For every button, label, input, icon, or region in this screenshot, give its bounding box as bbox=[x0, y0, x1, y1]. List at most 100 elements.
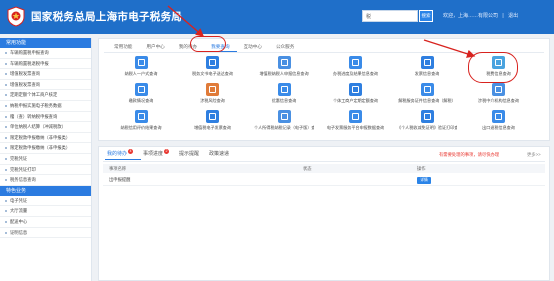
query-item-icon bbox=[134, 56, 148, 69]
query-item[interactable]: 税务文书电子送达查询 bbox=[183, 56, 243, 77]
query-item-label: 涉税风险查询 bbox=[200, 98, 225, 103]
query-item-label: 办税进度及结果信息查询 bbox=[332, 71, 379, 76]
query-item-label: 个人所得税纳税记录（电子版）查询 bbox=[254, 125, 314, 130]
sidebar-other-item[interactable]: 证明信息 bbox=[0, 228, 91, 239]
sidebar-item[interactable]: 增值税发票查询 bbox=[0, 69, 91, 80]
query-item[interactable]: 出口退税信息查询 bbox=[469, 110, 529, 131]
sidebar-section-main[interactable]: 常用功能 bbox=[0, 38, 91, 48]
query-item[interactable]: 电子发票服务平台申报数据查询 bbox=[326, 110, 386, 131]
sidebar-other-item[interactable]: 大厅流量 bbox=[0, 206, 91, 217]
sidebar-item[interactable]: 车辆购置税退税申报 bbox=[0, 59, 91, 70]
sidebar-item[interactable]: 完税凭证 bbox=[0, 154, 91, 165]
search-input[interactable] bbox=[362, 10, 418, 22]
user-greeting: 欢迎， bbox=[443, 13, 459, 19]
tax-emblem-logo bbox=[7, 6, 25, 27]
sidebar-section-other[interactable]: 特色业务 bbox=[0, 185, 91, 196]
logout-link[interactable]: 退出 bbox=[508, 13, 518, 19]
query-item-icon bbox=[420, 110, 434, 123]
sidebar-item[interactable]: 单位纳税人结算（冲减税款） bbox=[0, 122, 91, 133]
sidebar-item-label: 配送中心 bbox=[10, 218, 28, 224]
query-item[interactable]: 涉税中介机构信息查询 bbox=[469, 83, 529, 104]
query-item-icon bbox=[420, 83, 434, 96]
todo-panel: 我的待办 4 事项进度 2 提示提醒 政策速递 有需要处理的事项，请尽快办理 更多>> 事… bbox=[98, 146, 550, 281]
sidebar-item[interactable]: 车辆购置税申报查询 bbox=[0, 48, 91, 59]
top-tab[interactable]: 互动中心 bbox=[237, 42, 269, 52]
bullet-icon bbox=[5, 104, 7, 107]
sidebar-item[interactable]: 限定税款申报缴纳（非申报类） bbox=[0, 133, 91, 144]
todo-divider bbox=[103, 161, 545, 162]
query-item-label: 解税服务证件信息查询（解税） bbox=[398, 98, 456, 103]
todo-tab[interactable]: 事项进度 2 bbox=[141, 149, 177, 160]
query-item[interactable]: 纳税人一户式查询 bbox=[111, 56, 171, 77]
bullet-icon bbox=[5, 136, 7, 139]
bullet-icon bbox=[5, 94, 7, 97]
bullet-icon bbox=[5, 73, 7, 76]
query-item-label: 纳税信用评价结果查询 bbox=[120, 125, 162, 130]
detail-button[interactable]: 详情 bbox=[417, 176, 431, 184]
bullet-icon bbox=[5, 147, 7, 150]
sidebar-item[interactable]: 纳税申报实施电子税务数据 bbox=[0, 101, 91, 112]
todo-tab[interactable]: 我的待办 4 bbox=[105, 149, 142, 160]
todo-tab[interactable]: 提示提醒 bbox=[177, 149, 207, 160]
sidebar-item-label: 电子凭证 bbox=[10, 197, 28, 203]
top-tab[interactable]: 用户中心 bbox=[139, 42, 171, 52]
sidebar-item[interactable]: 稽（查）转纳税申报查询 bbox=[0, 112, 91, 123]
bullet-icon bbox=[5, 157, 7, 160]
top-tab[interactable]: 公众服务 bbox=[269, 42, 301, 52]
query-item-icon bbox=[134, 83, 148, 96]
query-item-label: 涉税中介机构信息查询 bbox=[478, 98, 519, 103]
bullet-icon bbox=[5, 179, 7, 182]
sidebar-item[interactable]: 定期定额个体工商户核定 bbox=[0, 90, 91, 101]
query-item[interactable]: 增值税电子发票查询 bbox=[183, 110, 243, 131]
sidebar-item-label: 证明信息 bbox=[10, 229, 28, 235]
sidebar-other-item[interactable]: 配送中心 bbox=[0, 217, 91, 228]
query-item[interactable]: 《个人税收减免证明》验证打印查询 bbox=[397, 110, 457, 131]
bullet-icon bbox=[5, 199, 7, 202]
query-item-icon bbox=[349, 110, 362, 123]
sidebar-item[interactable]: 增值税发票查询 bbox=[0, 80, 91, 91]
query-item-icon bbox=[420, 56, 434, 69]
sidebar-item-label: 大厅流量 bbox=[10, 208, 28, 214]
bullet-icon bbox=[5, 83, 7, 86]
query-item[interactable]: 涉税风险查询 bbox=[183, 83, 243, 104]
todo-tab-label: 我的待办 bbox=[107, 151, 128, 157]
query-item-label: 发票信息查询 bbox=[414, 71, 440, 76]
query-item-label: 优惠信息查询 bbox=[271, 98, 297, 103]
query-item-icon bbox=[492, 83, 505, 96]
bullet-icon bbox=[5, 62, 7, 65]
todo-tab[interactable]: 政策速递 bbox=[207, 149, 237, 160]
bullet-icon bbox=[5, 115, 7, 118]
sidebar: 常用功能 车辆购置税申报查询 车辆购置税退税申报 增值税发票查询 增值税发票查询 定期定… bbox=[0, 38, 92, 281]
sidebar-item[interactable]: 限定税款申报缴纳（非申报类） bbox=[0, 143, 91, 154]
more-link[interactable]: 更多>> bbox=[527, 152, 541, 158]
sidebar-other-item[interactable]: 电子凭证 bbox=[0, 196, 91, 207]
query-item[interactable]: 增值税纳税人申报信息查询 bbox=[254, 56, 314, 77]
count-badge: 4 bbox=[128, 149, 134, 154]
sidebar-item-label: 定期定额个体工商户核定 bbox=[10, 92, 58, 98]
user-name[interactable]: 上海……有限公司 bbox=[458, 13, 498, 19]
query-item-icon bbox=[277, 83, 291, 96]
query-item-icon bbox=[134, 110, 148, 123]
sidebar-item[interactable]: 完税凭证打印 bbox=[0, 165, 91, 176]
sidebar-item[interactable]: 税务信息查询 bbox=[0, 175, 91, 186]
query-item[interactable]: 优惠信息查询 bbox=[254, 83, 314, 104]
query-item-label: 纳税人一户式查询 bbox=[124, 71, 158, 76]
query-item[interactable]: 个人所得税纳税记录（电子版）查询 bbox=[254, 110, 314, 131]
query-item-icon bbox=[277, 56, 291, 69]
query-item[interactable]: 纳税信用评价结果查询 bbox=[111, 110, 171, 131]
query-item[interactable]: 发票信息查询 bbox=[397, 56, 457, 77]
bullet-icon bbox=[5, 126, 7, 129]
query-item-label: 电子发票服务平台申报数据查询 bbox=[326, 125, 385, 130]
top-tab[interactable]: 常用功能 bbox=[107, 42, 139, 52]
sidebar-item-label: 增值税发票查询 bbox=[10, 71, 41, 77]
query-item-icon bbox=[206, 110, 219, 123]
query-item-label: 出口退税信息查询 bbox=[482, 125, 515, 130]
query-item[interactable]: 缴款情况查询 bbox=[111, 83, 171, 104]
query-item[interactable]: 解税服务证件信息查询（解税） bbox=[397, 83, 457, 104]
query-item[interactable]: 个体工商户定期定额查询 bbox=[326, 83, 386, 104]
col-name-header: 事项名称 bbox=[109, 166, 127, 171]
sidebar-item-label: 限定税款申报缴纳（非申报类） bbox=[10, 145, 71, 151]
search-button[interactable]: 搜索 bbox=[419, 10, 433, 22]
table-row: 出申报提醒 详情 bbox=[103, 174, 545, 186]
query-item[interactable]: 办税进度及结果信息查询 bbox=[326, 56, 386, 77]
